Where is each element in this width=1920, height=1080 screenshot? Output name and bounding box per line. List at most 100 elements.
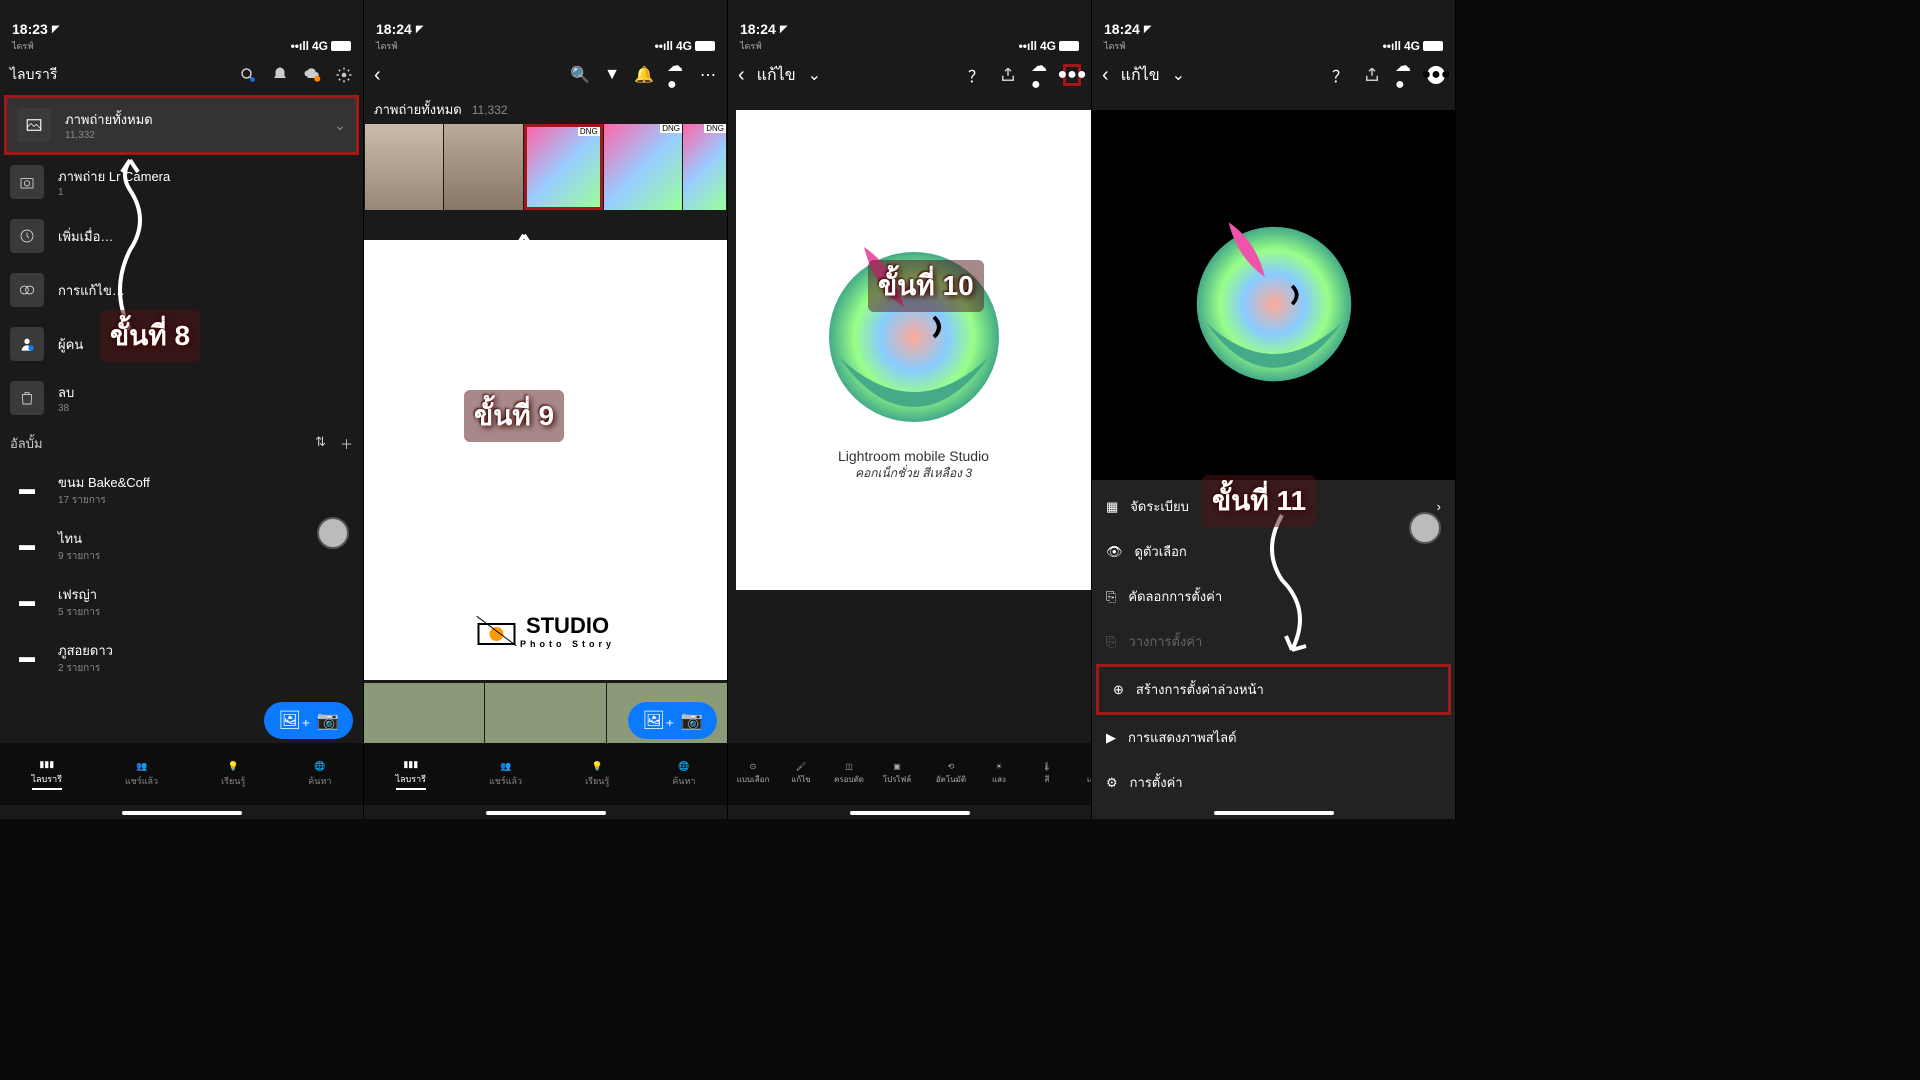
nav-shared[interactable]: 👥แชร์แล้ว — [125, 761, 158, 788]
nav-library[interactable]: ▮▮▮ไลบรารี — [396, 759, 426, 790]
home-indicator[interactable] — [850, 811, 970, 815]
item-count: 1 — [58, 187, 353, 198]
nav-search[interactable]: 🌐ค้นหา — [308, 761, 331, 788]
top-bar: ‹ แก้ไข ⌄ ？ ☁● ●●● — [728, 55, 1091, 95]
nav-search[interactable]: 🌐ค้นหา — [672, 761, 695, 788]
status-bar: 18:24◤ ไดรฟ์ ••ıll4G — [728, 0, 1091, 55]
filter-icon[interactable]: ▼ — [603, 66, 621, 84]
add-photo-button[interactable]: 🖼₊📷 — [264, 702, 353, 739]
tool-profile[interactable]: ▣โปรไฟล์ — [876, 762, 918, 786]
menu-organize[interactable]: ▦จัดระเบียบ› — [1092, 484, 1455, 529]
library-item-edits[interactable]: การแก้ไข… — [0, 263, 363, 317]
thumbnail[interactable] — [444, 124, 522, 210]
camera-icon — [10, 165, 44, 199]
trash-icon — [10, 381, 44, 415]
menu-settings[interactable]: ⚙การตั้งค่า — [1092, 760, 1455, 805]
cloud-icon[interactable]: ☁● — [667, 66, 685, 84]
battery-icon — [331, 41, 351, 51]
menu-create-preset[interactable]: ⊕สร้างการตั้งค่าล่วงหน้า — [1096, 664, 1451, 715]
tool-edit[interactable]: 🖌แก้ไข — [780, 762, 822, 786]
cloud-icon[interactable]: ☁● — [1395, 66, 1413, 84]
thumbnail[interactable]: DNG — [683, 124, 726, 210]
folder-icon: ▬ — [10, 529, 44, 563]
menu-copy-settings[interactable]: ⎘คัดลอกการตั้งค่า — [1092, 574, 1455, 619]
thumbnail[interactable] — [364, 683, 484, 743]
tool-effects[interactable]: ◐เอฟเ — [1074, 762, 1091, 786]
nav-learn[interactable]: 💡เรียนรู้ — [585, 761, 609, 788]
library-item-recent[interactable]: เพิ่มเมื่อ… — [0, 209, 363, 263]
bell-icon[interactable] — [271, 66, 289, 84]
status-bar: 18:24◤ ไดรฟ์ ••ıll4G — [1092, 0, 1455, 55]
tool-color[interactable]: 🌡สี — [1026, 762, 1068, 786]
people-icon: 👥 — [136, 761, 147, 772]
cloud-icon[interactable]: ☁● — [1031, 66, 1049, 84]
item-label: เพิ่มเมื่อ… — [58, 226, 353, 247]
paste-icon: ⎘ — [1106, 634, 1116, 650]
thumbnail[interactable] — [365, 124, 443, 210]
tool-auto[interactable]: ⟲อัตโนมัติ — [930, 762, 972, 786]
back-button[interactable]: ‹ — [374, 64, 381, 87]
main-preview[interactable]: Lightroom mobile Studio คอกเน็กชั่วย สีเ… — [736, 110, 1091, 590]
thumbnail[interactable]: DNG — [604, 124, 682, 210]
thumbnail-selected[interactable]: DNG — [524, 124, 603, 210]
gear-icon: ⚙ — [1106, 775, 1118, 791]
album-item[interactable]: ▬ไทน9 รายการ — [0, 518, 363, 574]
more-icon[interactable]: ⋯ — [699, 66, 717, 84]
album-item[interactable]: ▬ภูสอยดาว2 รายการ — [0, 630, 363, 686]
add-photo-button[interactable]: 🖼₊📷 — [628, 702, 717, 739]
main-preview[interactable] — [1092, 110, 1455, 480]
chevron-down-icon[interactable]: ⌄ — [334, 117, 346, 134]
menu-slideshow[interactable]: ▶การแสดงภาพสไลด์ — [1092, 715, 1455, 760]
top-bar: ‹ 🔍 ▼ 🔔 ☁● ⋯ — [364, 55, 727, 95]
more-button[interactable]: ●●● — [1427, 66, 1445, 84]
album-item[interactable]: ▬เฟรญ่า5 รายการ — [0, 574, 363, 630]
sun-icon: ☀ — [995, 762, 1002, 771]
tool-light[interactable]: ☀แสง — [978, 762, 1020, 786]
album-item[interactable]: ▬ขนม Bake&Coff17 รายการ — [0, 462, 363, 518]
more-button[interactable]: ●●● — [1063, 64, 1081, 86]
search-icon[interactable]: 🔍 — [571, 66, 589, 84]
person-icon — [10, 327, 44, 361]
gear-icon[interactable] — [335, 66, 353, 84]
nav-library[interactable]: ▮▮▮ไลบรารี — [32, 759, 62, 790]
back-button[interactable]: ‹ — [1102, 64, 1109, 87]
bottom-nav: ▮▮▮ไลบรารี 👥แชร์แล้ว 💡เรียนรู้ 🌐ค้นหา — [364, 743, 727, 805]
chevron-down-icon[interactable]: ⌄ — [1172, 65, 1185, 85]
home-indicator[interactable] — [486, 811, 606, 815]
library-item-all-photos[interactable]: ภาพถ่ายทั้งหมด11,332 ⌄ — [4, 95, 359, 155]
record-button[interactable] — [1409, 512, 1441, 544]
menu-view-options[interactable]: 👁ดูตัวเลือก — [1092, 529, 1455, 574]
tool-crop[interactable]: ◫ครอบตัด — [828, 762, 870, 786]
nav-shared[interactable]: 👥แชร์แล้ว — [489, 761, 522, 788]
sort-icon[interactable]: ⇅ — [315, 434, 326, 453]
chevron-down-icon[interactable]: ⌄ — [808, 65, 821, 85]
gallery-count: 11,332 — [472, 103, 508, 117]
chevron-right-icon: › — [1437, 499, 1441, 514]
home-indicator[interactable] — [122, 811, 242, 815]
tool-selective[interactable]: ⊙แบบเลือก — [732, 762, 774, 786]
tool-icon: ⊙ — [750, 762, 757, 771]
library-item-people[interactable]: ผู้คน — [0, 317, 363, 371]
library-icon: ▮▮▮ — [39, 759, 54, 770]
thumbnail[interactable] — [485, 683, 605, 743]
help-icon[interactable]: ？ — [967, 66, 985, 84]
camera-icon: 📷 — [317, 710, 339, 731]
bell-icon[interactable]: 🔔 — [635, 66, 653, 84]
cloud-icon[interactable] — [303, 66, 321, 84]
back-button[interactable]: ‹ — [738, 64, 745, 87]
edit-label[interactable]: แก้ไข — [757, 63, 796, 88]
library-item-trash[interactable]: ลบ38 — [0, 371, 363, 425]
nav-learn[interactable]: 💡เรียนรู้ — [221, 761, 245, 788]
item-label: ลบ — [58, 382, 353, 403]
home-indicator[interactable] — [1214, 811, 1334, 815]
share-icon[interactable] — [1363, 66, 1381, 84]
record-button[interactable] — [317, 517, 349, 549]
top-bar: ไลบรารี — [0, 55, 363, 95]
help-icon[interactable]: ？ — [1331, 66, 1349, 84]
edit-label[interactable]: แก้ไข — [1121, 63, 1160, 88]
share-icon[interactable] — [999, 66, 1017, 84]
add-icon[interactable]: ＋ — [340, 434, 353, 453]
library-item-lr-camera[interactable]: ภาพถ่าย Lr Camera1 — [0, 155, 363, 209]
location-icon: ◤ — [52, 24, 60, 35]
search-icon[interactable] — [239, 66, 257, 84]
